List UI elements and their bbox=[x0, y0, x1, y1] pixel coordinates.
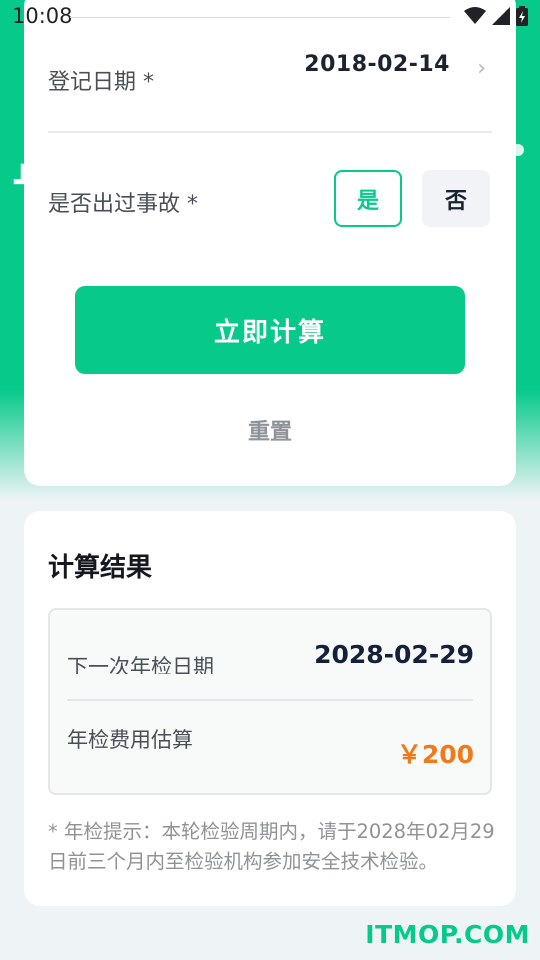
status-bar: 10:08 bbox=[0, 0, 540, 34]
fee-label: 年检费用估算 bbox=[67, 728, 193, 752]
wifi-icon bbox=[464, 7, 486, 24]
result-title: 计算结果 bbox=[48, 553, 153, 583]
result-box: 下一次年检日期 2028-02-29 年检费用估算 ￥200 bbox=[48, 608, 492, 795]
watermark: ITMOP.COM bbox=[365, 920, 530, 949]
status-icons bbox=[464, 6, 528, 26]
result-divider bbox=[67, 699, 473, 701]
signal-icon bbox=[492, 7, 510, 25]
reset-button[interactable]: 重置 bbox=[24, 414, 516, 446]
inspection-tip: * 年检提示：本轮检验周期内，请于2028年02月29日前三个月内至检验机构参加… bbox=[48, 820, 495, 873]
fee-value: ￥200 bbox=[396, 740, 474, 769]
chevron-right-icon[interactable]: › bbox=[477, 56, 486, 81]
next-inspection-date: 2028-02-29 bbox=[314, 640, 474, 669]
battery-icon bbox=[516, 6, 528, 26]
registration-date-value[interactable]: 2018-02-14 bbox=[304, 52, 450, 77]
status-time: 10:08 bbox=[12, 4, 73, 28]
status-bar-line bbox=[70, 17, 450, 18]
result-card: 计算结果 下一次年检日期 2028-02-29 年检费用估算 ￥200 * 年检… bbox=[24, 511, 516, 906]
registration-date-label: 登记日期 * bbox=[48, 70, 154, 95]
accident-yes-button[interactable]: 是 bbox=[334, 170, 402, 227]
calculate-button[interactable]: 立即计算 bbox=[75, 286, 465, 374]
inspection-form-card: 登记日期 * 2018-02-14 › 是否出过事故 * 是 否 立即计算 重置 bbox=[24, 0, 516, 486]
next-inspection-label: 下一次年检日期 bbox=[67, 655, 214, 674]
form-divider bbox=[48, 131, 492, 133]
accident-no-button[interactable]: 否 bbox=[422, 170, 490, 227]
accident-label: 是否出过事故 * bbox=[48, 192, 198, 217]
